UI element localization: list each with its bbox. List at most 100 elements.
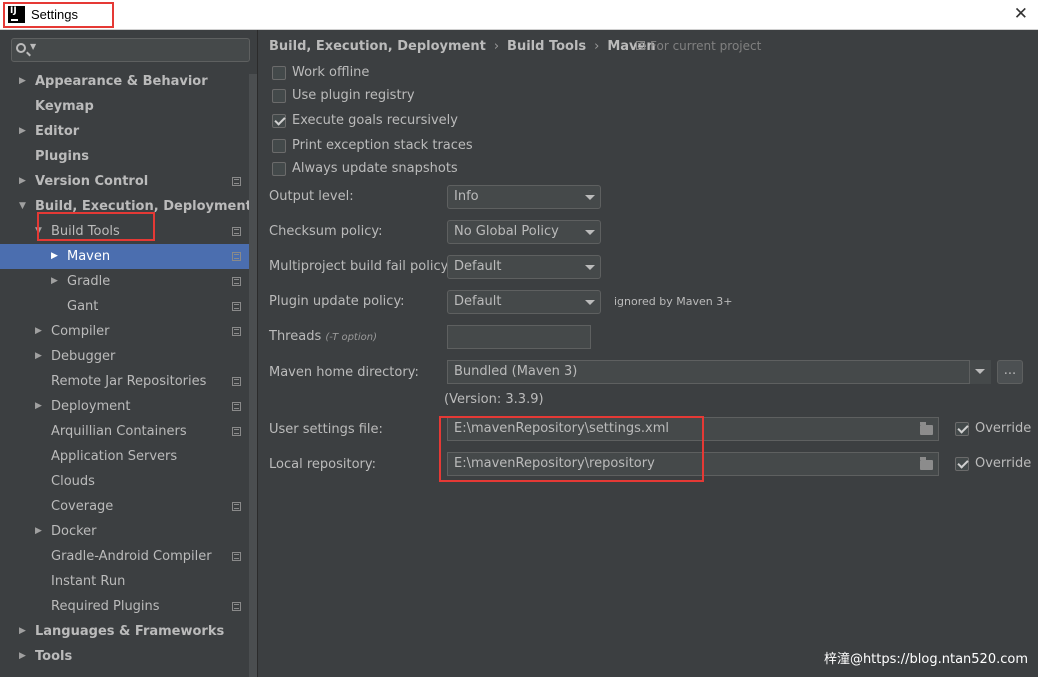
project-scope-icon [636, 41, 645, 50]
sidebar-item-label: Tools [35, 649, 73, 664]
sidebar-item[interactable]: ▶ Appearance & Behavior [0, 69, 249, 94]
sidebar-scrollbar[interactable] [249, 74, 257, 677]
checkbox-box[interactable] [272, 162, 286, 176]
threads-hint: (-T option) [325, 332, 377, 343]
settings-sidebar: ▼ ▶ Appearance & Behavior Keymap ▶ Editor Plu… [0, 30, 258, 677]
sidebar-item-label: Gant [67, 299, 99, 314]
collapsed-arrow-icon[interactable]: ▶ [35, 519, 42, 544]
checkbox-box[interactable] [272, 139, 286, 153]
folder-icon[interactable] [920, 457, 933, 470]
project-scope-icon [232, 552, 241, 561]
close-icon[interactable]: ✕ [1014, 4, 1028, 24]
sidebar-item[interactable]: ▶ Maven [0, 244, 249, 269]
plugin-update-select[interactable]: Default [447, 290, 601, 314]
sidebar-item[interactable]: Required Plugins [0, 594, 249, 619]
collapsed-arrow-icon[interactable]: ▶ [19, 119, 26, 144]
checkbox-label: Use plugin registry [292, 88, 415, 103]
collapsed-arrow-icon[interactable]: ▶ [51, 244, 58, 269]
project-scope-icon [232, 602, 241, 611]
maven-home-label: Maven home directory: [269, 365, 419, 380]
collapsed-arrow-icon[interactable]: ▶ [19, 169, 26, 194]
checkbox-label: Work offline [292, 65, 370, 80]
sidebar-item[interactable]: Gant [0, 294, 249, 319]
maven-home-dropdown-button[interactable] [969, 360, 991, 384]
sidebar-item-label: Arquillian Containers [51, 424, 187, 439]
collapsed-arrow-icon[interactable]: ▶ [19, 644, 26, 669]
sidebar-item[interactable]: Clouds [0, 469, 249, 494]
sidebar-item[interactable]: ▶ Languages & Frameworks [0, 619, 249, 644]
collapsed-arrow-icon[interactable]: ▶ [19, 619, 26, 644]
sidebar-item[interactable]: ▶ Compiler [0, 319, 249, 344]
expanded-arrow-icon[interactable]: ▼ [19, 194, 26, 219]
browse-button[interactable]: ... [997, 360, 1023, 384]
sidebar-item-label: Deployment [51, 399, 131, 414]
threads-input[interactable] [447, 325, 591, 349]
breadcrumb-part: Build Tools [507, 39, 587, 54]
select-value: No Global Policy [454, 224, 559, 239]
checkbox-box[interactable] [272, 89, 286, 103]
search-icon [16, 43, 26, 53]
collapsed-arrow-icon[interactable]: ▶ [51, 269, 58, 294]
settings-tree: ▶ Appearance & Behavior Keymap ▶ Editor Plugi… [0, 69, 252, 669]
sidebar-item[interactable]: Instant Run [0, 569, 249, 594]
checkbox-box[interactable] [955, 422, 969, 436]
local-repo-label: Local repository: [269, 457, 376, 472]
maven-home-value: Bundled (Maven 3) [454, 364, 578, 379]
sidebar-item[interactable]: ▶ Docker [0, 519, 249, 544]
folder-icon[interactable] [920, 422, 933, 435]
checkbox-label: Execute goals recursively [292, 113, 458, 128]
sidebar-item[interactable]: ▶ Debugger [0, 344, 249, 369]
sidebar-item-label: Editor [35, 124, 80, 139]
sidebar-item-label: Plugins [35, 149, 89, 164]
checkbox-box[interactable] [272, 66, 286, 80]
sidebar-item[interactable]: Plugins [0, 144, 249, 169]
sidebar-item-label: Docker [51, 524, 97, 539]
scope-note-text: For current project [650, 39, 762, 53]
collapsed-arrow-icon[interactable]: ▶ [35, 394, 42, 419]
title-highlight-box [3, 2, 114, 28]
output-level-label: Output level: [269, 189, 354, 204]
checkbox-box[interactable] [955, 457, 969, 471]
sidebar-item[interactable]: ▶ Deployment [0, 394, 249, 419]
search-dropdown-icon[interactable]: ▼ [30, 42, 36, 51]
sidebar-item[interactable]: Coverage [0, 494, 249, 519]
sidebar-item[interactable]: Remote Jar Repositories [0, 369, 249, 394]
project-scope-icon [232, 177, 241, 186]
breadcrumb-part: Maven [607, 39, 656, 54]
sidebar-item-label: Compiler [51, 324, 110, 339]
chevron-down-icon [975, 369, 985, 374]
watermark: 梓潼@https://blog.ntan520.com [823, 652, 1028, 667]
project-scope-icon [232, 502, 241, 511]
project-scope-icon [232, 427, 241, 436]
project-scope-icon [232, 227, 241, 236]
sidebar-item-label: Gradle [67, 274, 111, 289]
select-value: Info [454, 189, 479, 204]
sidebar-item[interactable]: ▶ Tools [0, 644, 249, 669]
output-level-select[interactable]: Info [447, 185, 601, 209]
sidebar-item[interactable]: Keymap [0, 94, 249, 119]
checkbox-box[interactable] [272, 114, 286, 128]
sidebar-item[interactable]: Arquillian Containers [0, 419, 249, 444]
sidebar-item-label: Application Servers [51, 449, 178, 464]
collapsed-arrow-icon[interactable]: ▶ [35, 344, 42, 369]
sidebar-item[interactable]: ▶ Version Control [0, 169, 249, 194]
collapsed-arrow-icon[interactable]: ▶ [35, 319, 42, 344]
chevron-down-icon [585, 195, 595, 200]
user-settings-label: User settings file: [269, 422, 383, 437]
collapsed-arrow-icon[interactable]: ▶ [19, 69, 26, 94]
sidebar-item[interactable]: ▶ Gradle [0, 269, 249, 294]
sidebar-item[interactable]: Gradle-Android Compiler [0, 544, 249, 569]
sidebar-item[interactable]: ▶ Editor [0, 119, 249, 144]
sidebar-item-label: Remote Jar Repositories [51, 374, 207, 389]
sidebar-item[interactable]: Application Servers [0, 444, 249, 469]
fail-policy-select[interactable]: Default [447, 255, 601, 279]
checksum-policy-select[interactable]: No Global Policy [447, 220, 601, 244]
search-input[interactable]: ▼ [11, 38, 250, 62]
project-scope-icon [232, 377, 241, 386]
breadcrumb: Build, Execution, Deployment › Build Tools… [269, 39, 656, 54]
threads-label-text: Threads [269, 329, 322, 344]
maven-home-combo[interactable]: Bundled (Maven 3) [447, 360, 991, 384]
chevron-down-icon [585, 300, 595, 305]
sidebar-item-label: Debugger [51, 349, 116, 364]
chevron-down-icon [585, 230, 595, 235]
